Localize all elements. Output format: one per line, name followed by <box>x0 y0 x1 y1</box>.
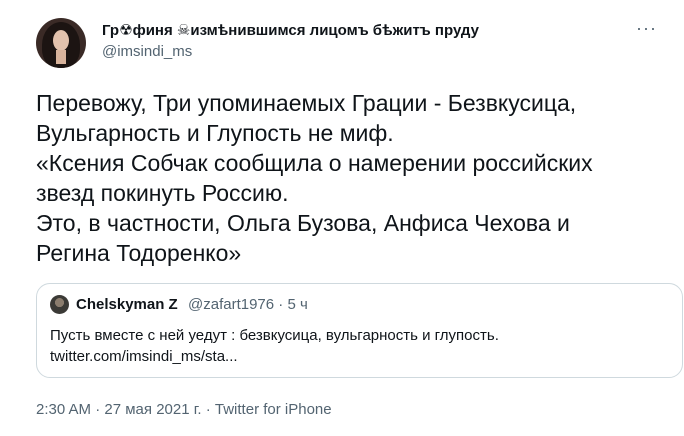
quoted-author-name: Chelskyman Z <box>76 296 178 313</box>
quoted-author-avatar <box>50 295 69 314</box>
tweet-line: «Ксения Собчак сообщила о намерении росс… <box>36 150 593 176</box>
quoted-author-handle-time: @zafart1976 · 5 ч <box>188 296 308 313</box>
tweet-card: Гр☢финя ☠измѣнившимся лицомъ бѣжитъ пруд… <box>0 0 684 436</box>
tweet-line: Это, в частности, Ольга Бузова, Анфиса Ч… <box>36 210 570 236</box>
author-handle[interactable]: @imsindi_ms <box>102 43 192 60</box>
tweet-line: звезд покинуть Россию. <box>36 180 289 206</box>
author-avatar[interactable] <box>36 18 86 68</box>
radioactive-icon: ☢ <box>119 22 133 39</box>
tweet-line: Регина Тодоренко» <box>36 240 242 266</box>
quoted-link: twitter.com/imsindi_ms/sta... <box>50 348 238 365</box>
quoted-tweet-text: Пусть вместе с ней уедут : безвкусица, в… <box>50 325 670 367</box>
avatar-neck <box>56 50 66 64</box>
tweet-line: Перевожу, Три упоминаемых Грации - Безвк… <box>36 90 577 116</box>
quoted-line: Пусть вместе с ней уедут : безвкусица, в… <box>50 327 499 344</box>
tweet-meta: 2:30 AM · 27 мая 2021 г. · Twitter for i… <box>36 401 332 418</box>
author-name-part1: Гр <box>102 22 120 39</box>
more-options-icon[interactable]: ··· <box>636 18 657 39</box>
tweet-date[interactable]: 27 мая 2021 г. <box>104 401 201 418</box>
skull-crossbones-icon: ☠ <box>176 22 191 39</box>
tweet-text: Перевожу, Три упоминаемых Грации - Безвк… <box>36 88 666 268</box>
tweet-time[interactable]: 2:30 AM <box>36 401 91 418</box>
author-name-part2: финя <box>132 22 177 39</box>
author-name-part3: измѣнившимся лицомъ бѣжитъ пруду <box>190 22 479 39</box>
meta-separator: · <box>201 401 215 418</box>
meta-separator: · <box>91 401 105 418</box>
tweet-line: Вульгарность и Глупость не миф. <box>36 120 394 146</box>
quoted-tweet[interactable]: Chelskyman Z @zafart1976 · 5 ч Пусть вме… <box>36 283 683 378</box>
author-name[interactable]: Гр☢финя ☠измѣнившимся лицомъ бѣжитъ пруд… <box>102 21 479 39</box>
tweet-source[interactable]: Twitter for iPhone <box>215 401 332 418</box>
avatar-face <box>53 30 69 51</box>
